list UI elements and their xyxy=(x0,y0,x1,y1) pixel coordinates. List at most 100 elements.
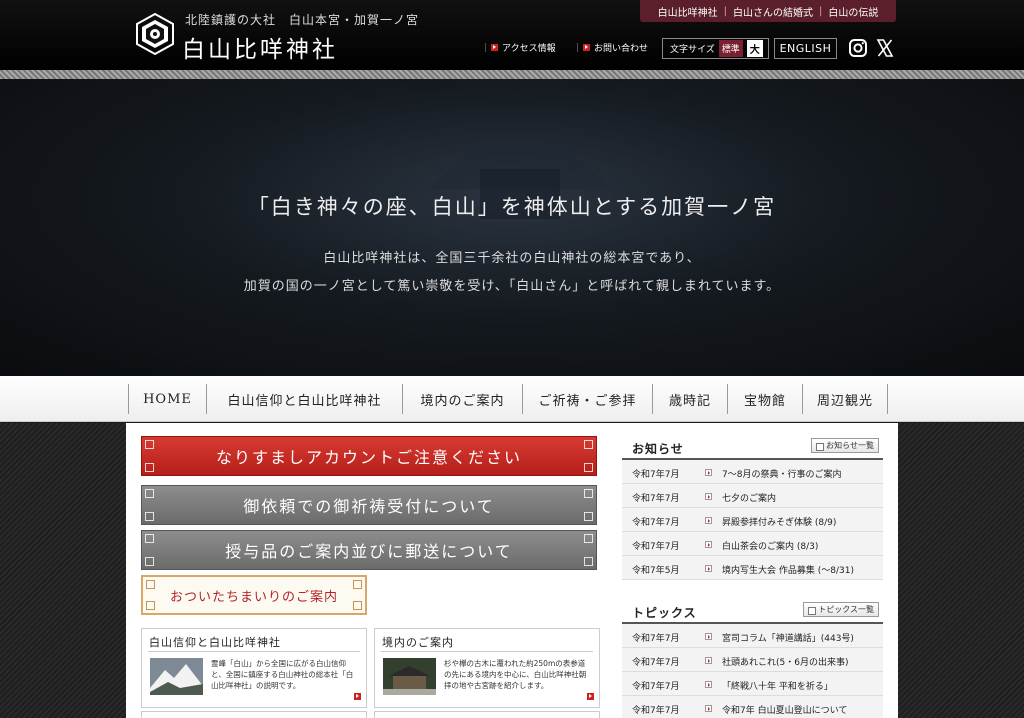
site-name[interactable]: 白山比咩神社 xyxy=(182,30,338,64)
news-item[interactable]: 令和7年5月 境内写生大会 作品募集 (～8/31) xyxy=(622,556,883,580)
font-size-large-button[interactable]: 大 xyxy=(746,40,763,57)
topics-heading: トピックス xyxy=(632,606,697,620)
topic-item[interactable]: 令和7年7月 宮司コラム「神道講話」(443号) xyxy=(622,624,883,648)
news-date: 令和7年7月 xyxy=(632,470,680,480)
top-link-legend[interactable]: 白山の伝説 xyxy=(822,4,884,19)
hero-section: 「白き神々の座、白山」を神体山とする加賀一ノ宮 白山比咩神社は、全国三千余社の白… xyxy=(0,79,1024,376)
news-item[interactable]: 令和7年7月 七夕のご案内 xyxy=(622,484,883,508)
site-header: 北陸鎮護の大社 白山本宮・加賀一ノ宮 白山比咩神社 白山比咩神社 | 白山さんの… xyxy=(0,0,1024,70)
arrow-right-icon xyxy=(705,541,712,548)
x-icon[interactable] xyxy=(875,38,895,58)
topic-date: 令和7年7月 xyxy=(632,706,680,716)
nav-sightseeing[interactable]: 周辺観光 xyxy=(802,384,888,414)
mountain-thumbnail xyxy=(150,658,203,695)
news-item[interactable]: 令和7年7月 7～8月の祭典・行事のご案内 xyxy=(622,460,883,484)
contact-link[interactable]: | お問い合わせ xyxy=(576,41,649,55)
amulets-mail-banner[interactable]: 授与品のご案内並びに郵送について xyxy=(141,530,597,570)
news-title: 七夕のご案内 xyxy=(722,494,777,504)
top-link-wedding[interactable]: 白山さんの結婚式 xyxy=(727,4,819,19)
news-header: お知らせ お知らせ一覧 xyxy=(622,434,883,460)
arrow-right-icon xyxy=(705,517,712,524)
shrine-thumbnail xyxy=(383,658,436,695)
banner-label: 御依頼での御祈祷受付について xyxy=(243,497,495,516)
english-button[interactable]: ENGLISH xyxy=(774,38,837,59)
card-title: 白山信仰と白山比咩神社 xyxy=(149,636,281,649)
font-size-standard-button[interactable]: 標準 xyxy=(718,40,743,57)
arrow-right-icon xyxy=(705,633,712,640)
hero-description: 白山比咩神社は、全国三千余社の白山神社の総本宮であり、 加賀の国の一ノ宮として篤… xyxy=(0,245,1024,301)
arrow-right-icon xyxy=(705,469,712,476)
divider: | xyxy=(484,42,488,53)
topic-title: 令和7年 白山夏山登山について xyxy=(722,706,848,716)
banner-label: なりすましアカウントご注意ください xyxy=(215,448,522,467)
topic-date: 令和7年7月 xyxy=(632,634,680,644)
access-label: アクセス情報 xyxy=(502,44,556,54)
grounds-card[interactable]: 境内のご案内 杉や欅の古木に覆われた約250mの表参道の先にある境内を中心に、白… xyxy=(374,628,600,708)
topic-item[interactable]: 令和7年7月 「終戦八十年 平和を祈る」 xyxy=(622,672,883,696)
arrow-right-icon[interactable] xyxy=(354,693,361,700)
access-link[interactable]: | アクセス情報 xyxy=(484,41,556,55)
topic-title: 宮司コラム「神道講話」(443号) xyxy=(722,634,854,644)
news-title: 7～8月の祭典・行事のご案内 xyxy=(722,470,842,480)
card-text: 杉や欅の古木に覆われた約250mの表参道の先にある境内を中心に、白山比咩神社朝拝… xyxy=(444,659,587,690)
divider xyxy=(148,651,360,652)
monthly-visit-banner[interactable]: おついたちまいりのご案内 xyxy=(141,575,367,615)
topic-date: 令和7年7月 xyxy=(632,658,680,668)
topic-title: 「終戦八十年 平和を祈る」 xyxy=(722,682,833,692)
topic-title: 社頭あれこれ(5・6月の出来事) xyxy=(722,658,849,668)
shrine-crest-icon[interactable] xyxy=(135,12,175,56)
arrow-right-icon xyxy=(705,493,712,500)
card-title: 境内のご案内 xyxy=(382,636,454,649)
news-date: 令和7年5月 xyxy=(632,566,680,576)
faith-card[interactable]: 白山信仰と白山比咩神社 霊峰「白山」から全国に広がる白山信仰と、全国に鎮座する白… xyxy=(141,628,367,708)
instagram-icon[interactable] xyxy=(848,38,868,58)
arrow-right-icon xyxy=(583,44,591,51)
news-date: 令和7年7月 xyxy=(632,518,680,528)
news-date: 令和7年7月 xyxy=(632,494,680,504)
top-link-shrine[interactable]: 白山比咩神社 xyxy=(652,4,724,19)
news-all-button[interactable]: お知らせ一覧 xyxy=(811,438,879,453)
topic-item[interactable]: 令和7年7月 社頭あれこれ(5・6月の出来事) xyxy=(622,648,883,672)
news-title: 境内写生大会 作品募集 (～8/31) xyxy=(722,566,854,576)
font-size-label: 文字サイズ xyxy=(670,45,715,55)
news-title: 昇殿参拝付みそぎ体験 (8/9) xyxy=(722,518,837,528)
news-item[interactable]: 令和7年7月 白山茶会のご案内 (8/3) xyxy=(622,532,883,556)
nav-grounds[interactable]: 境内のご案内 xyxy=(402,384,522,414)
news-title: 白山茶会のご案内 (8/3) xyxy=(722,542,819,552)
site-tagline: 北陸鎮護の大社 白山本宮・加賀一ノ宮 xyxy=(185,13,420,27)
news-date: 令和7年7月 xyxy=(632,542,680,552)
hero-line: 加賀の国の一ノ宮として篤い崇敬を受け、「白山さん」と呼ばれて親しまれています。 xyxy=(243,279,781,294)
divider xyxy=(381,651,593,652)
arrow-right-icon xyxy=(705,657,712,664)
hero-line: 白山比咩神社は、全国三千余社の白山神社の総本宮であり、 xyxy=(323,251,701,266)
nav-museum[interactable]: 宝物館 xyxy=(727,384,802,414)
nav-prayer[interactable]: ご祈祷・ご参拝 xyxy=(522,384,652,414)
news-item[interactable]: 令和7年7月 昇殿参拝付みそぎ体験 (8/9) xyxy=(622,508,883,532)
card-partial xyxy=(374,711,600,718)
arrow-right-icon xyxy=(705,705,712,712)
topics-all-button[interactable]: トピックス一覧 xyxy=(803,602,879,617)
nav-calendar[interactable]: 歳時記 xyxy=(652,384,727,414)
impersonation-warning-banner[interactable]: なりすましアカウントご注意ください xyxy=(141,436,597,476)
contact-label: お問い合わせ xyxy=(594,44,649,54)
hero-title: 「白き神々の座、白山」を神体山とする加賀一ノ宮 xyxy=(247,195,777,219)
arrow-right-icon[interactable] xyxy=(587,693,594,700)
topics-header: トピックス トピックス一覧 xyxy=(622,598,883,624)
topic-date: 令和7年7月 xyxy=(632,682,680,692)
nav-home[interactable]: HOME xyxy=(128,384,206,414)
topic-item[interactable]: 令和7年7月 令和7年 白山夏山登山について xyxy=(622,696,883,718)
font-size-switcher: 文字サイズ 標準 大 xyxy=(662,38,769,59)
arrow-right-icon xyxy=(705,681,712,688)
nav-faith[interactable]: 白山信仰と白山比咩神社 xyxy=(206,384,402,414)
arrow-right-icon xyxy=(491,44,499,51)
global-nav: HOME 白山信仰と白山比咩神社 境内のご案内 ご祈祷・ご参拝 歳時記 宝物館 … xyxy=(0,376,1024,422)
request-prayer-banner[interactable]: 御依頼での御祈祷受付について xyxy=(141,485,597,525)
top-links-bar: 白山比咩神社 | 白山さんの結婚式 | 白山の伝説 xyxy=(640,0,896,22)
header-stripe xyxy=(0,70,1024,79)
card-partial xyxy=(141,711,367,718)
arrow-right-icon xyxy=(705,565,712,572)
banner-label: おついたちまいりのご案内 xyxy=(169,589,338,605)
banner-label: 授与品のご案内並びに郵送について xyxy=(225,542,513,561)
card-text: 霊峰「白山」から全国に広がる白山信仰と、全国に鎮座する白山神社の総本社「白山比咩… xyxy=(211,659,354,690)
news-heading: お知らせ xyxy=(632,442,684,456)
